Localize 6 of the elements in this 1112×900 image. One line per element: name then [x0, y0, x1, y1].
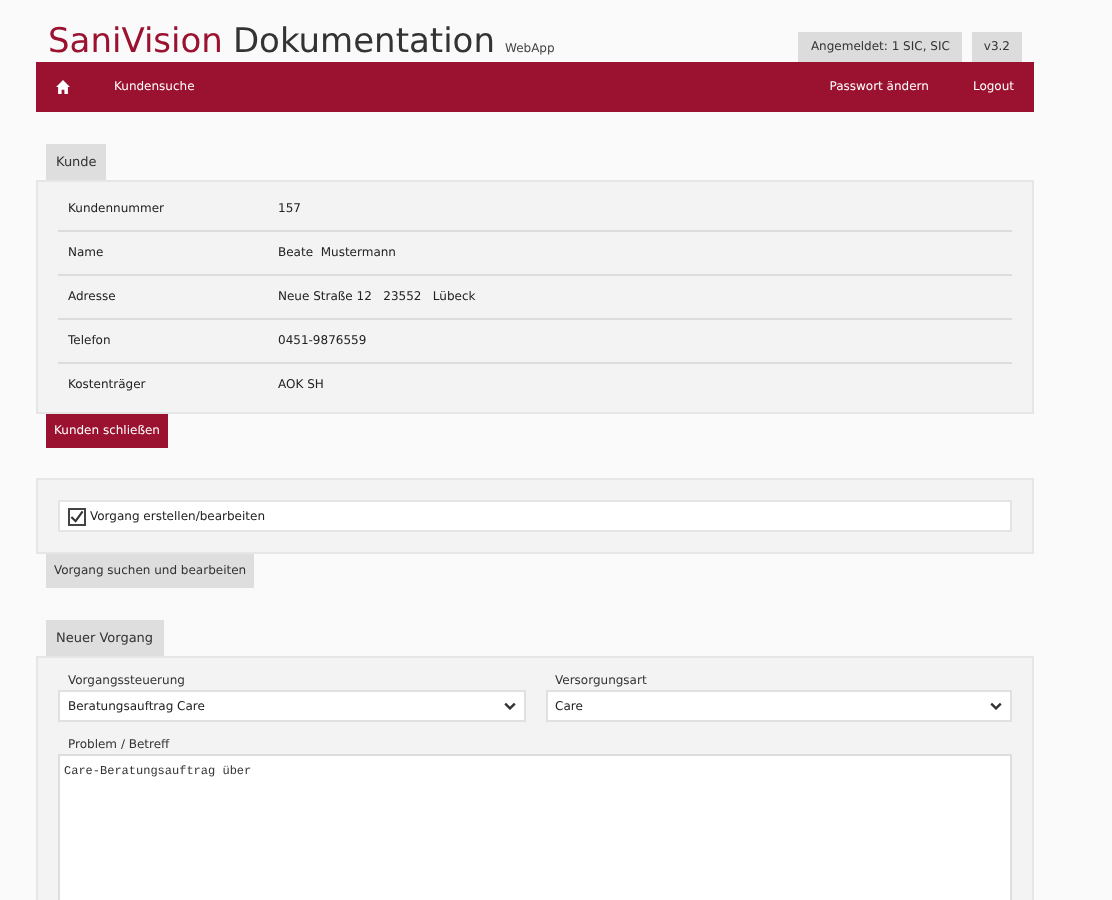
- chevron-icon: [503, 702, 515, 710]
- chevron-icon: [990, 702, 1002, 710]
- home-icon[interactable]: [56, 80, 70, 94]
- brand-name: SaniVision: [48, 22, 223, 62]
- app-title: Dokumentation: [232, 22, 495, 62]
- checkbox[interactable]: [68, 507, 86, 525]
